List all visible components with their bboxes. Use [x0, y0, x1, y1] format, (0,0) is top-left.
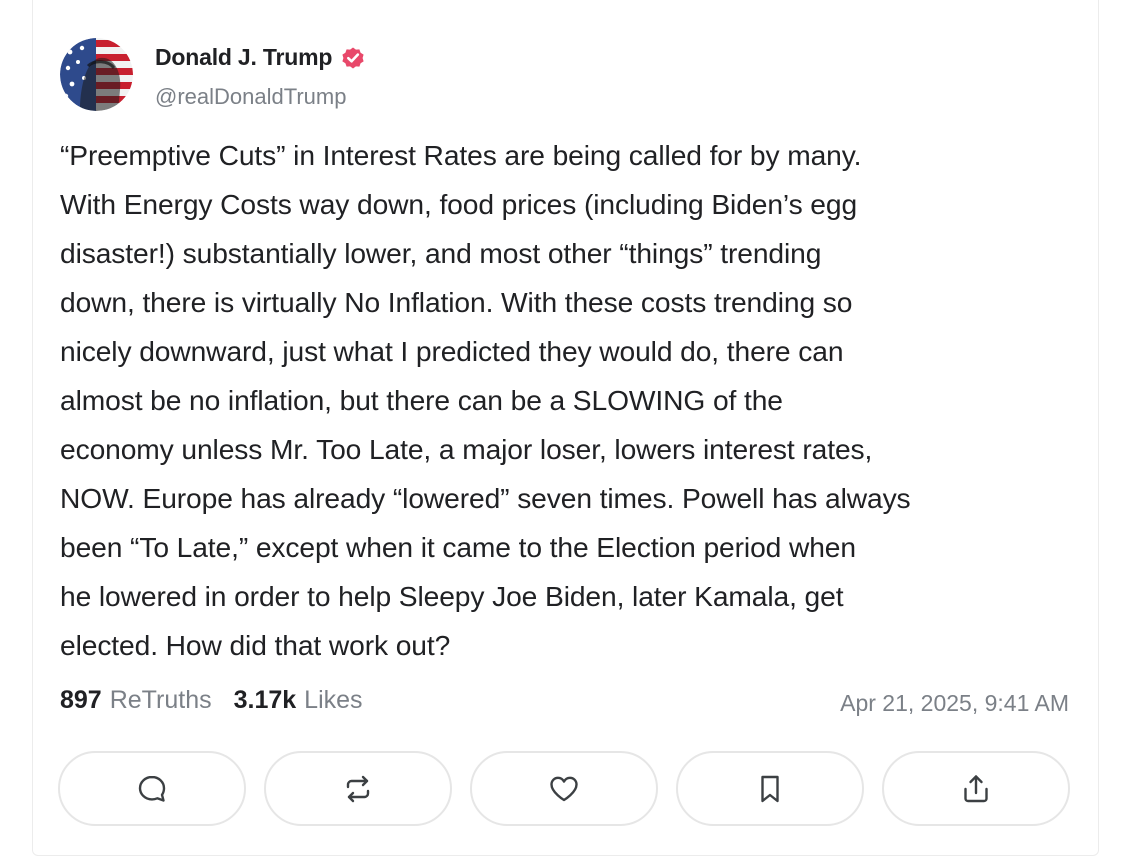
reply-icon: [138, 775, 166, 802]
bookmark-icon: [761, 775, 779, 802]
reply-button[interactable]: [58, 751, 246, 826]
post-stats: 897 ReTruths 3.17k Likes: [60, 686, 363, 715]
author-name[interactable]: Donald J. Trump: [155, 44, 332, 71]
bookmark-button[interactable]: [676, 751, 864, 826]
like-button[interactable]: [470, 751, 658, 826]
retruths-count[interactable]: 897: [60, 686, 102, 715]
verified-badge-icon: [342, 47, 364, 68]
retruth-icon: [346, 775, 370, 802]
likes-count[interactable]: 3.17k: [234, 686, 297, 715]
action-bar: [58, 751, 1070, 826]
avatar[interactable]: [60, 38, 133, 111]
avatar-image: [60, 38, 133, 111]
share-button[interactable]: [882, 751, 1070, 826]
post-timestamp: Apr 21, 2025, 9:41 AM: [840, 690, 1069, 716]
heart-icon: [550, 776, 578, 801]
author-handle[interactable]: @realDonaldTrump: [155, 84, 346, 110]
author-row: Donald J. Trump: [155, 44, 366, 71]
retruths-label[interactable]: ReTruths: [110, 686, 212, 715]
post-body: “Preemptive Cuts” in Interest Rates are …: [60, 139, 911, 661]
share-icon: [964, 774, 988, 802]
retruth-button[interactable]: [264, 751, 452, 826]
likes-label[interactable]: Likes: [304, 686, 362, 715]
